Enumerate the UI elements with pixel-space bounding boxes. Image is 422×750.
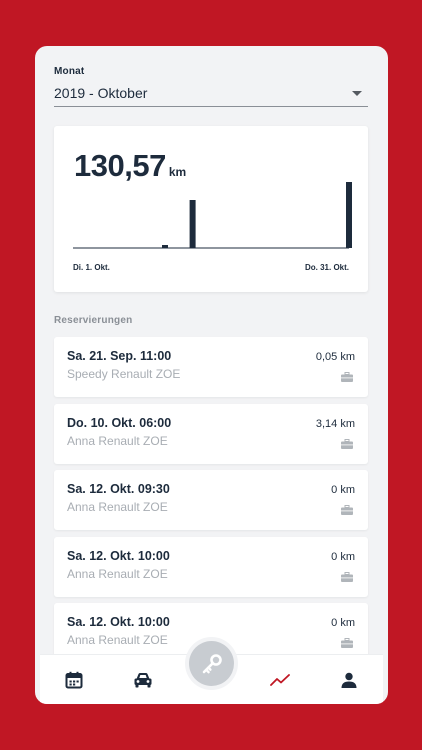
reservation-vehicle: Anna Renault ZOE	[67, 566, 168, 581]
briefcase-icon	[341, 635, 353, 653]
briefcase-icon	[341, 502, 353, 520]
reservation-distance: 0 km	[331, 617, 355, 629]
x-axis-end-label: Do. 31. Okt.	[304, 263, 349, 272]
x-axis-start-label: Di. 1. Okt.	[73, 263, 110, 272]
mileage-chart-card: 130,57 km Di. 1. Okt. Do. 31. Okt.	[54, 126, 368, 292]
month-section: Monat 2019 - Oktober	[54, 66, 368, 107]
reservations-list: Sa. 21. Sep. 11:00 Speedy Renault ZOE 0,…	[54, 337, 368, 670]
reservation-item[interactable]: Sa. 12. Okt. 10:00 Anna Renault ZOE 0 km	[54, 536, 368, 597]
reservation-date: Do. 10. Okt. 06:00	[67, 415, 172, 430]
reservation-item[interactable]: Do. 10. Okt. 06:00 Anna Renault ZOE 3,14…	[54, 403, 368, 464]
reservation-date: Sa. 12. Okt. 09:30	[67, 482, 170, 496]
nav-profile[interactable]	[324, 660, 374, 700]
key-icon	[202, 653, 222, 673]
person-icon	[341, 672, 357, 688]
reservation-distance: 0,05 km	[315, 351, 355, 363]
reservation-vehicle: Anna Renault ZOE	[67, 500, 168, 514]
month-value: 2019 - Oktober	[54, 85, 148, 101]
reservations-title: Reservierungen	[54, 315, 133, 326]
briefcase-icon	[341, 369, 353, 387]
reservation-date: Sa. 21. Sep. 11:00	[67, 349, 172, 363]
reservation-item[interactable]: Sa. 21. Sep. 11:00 Speedy Renault ZOE 0,…	[54, 337, 368, 397]
reservation-vehicle: Anna Renault ZOE	[67, 633, 168, 647]
reservation-distance: 0 km	[331, 484, 355, 496]
chevron-down-icon	[352, 90, 362, 96]
chart-line-icon	[270, 673, 290, 686]
reservation-distance: 3,14 km	[315, 417, 355, 430]
chart-bar	[346, 182, 352, 248]
nav-calendar[interactable]	[49, 660, 99, 700]
chart-bar	[189, 200, 196, 248]
briefcase-icon	[341, 436, 353, 454]
reservation-distance: 0 km	[331, 550, 355, 563]
reservation-date: Sa. 12. Okt. 10:00	[67, 548, 170, 563]
app-screen: Monat 2019 - Oktober 130,57 km Di. 1. Ok…	[35, 46, 388, 704]
month-dropdown[interactable]: 2019 - Oktober	[54, 85, 368, 107]
reservation-vehicle: Anna Renault ZOE	[67, 433, 168, 448]
nav-statistics[interactable]	[255, 660, 305, 700]
briefcase-icon	[341, 569, 353, 587]
reservation-item[interactable]: Sa. 12. Okt. 09:30 Anna Renault ZOE 0 km	[54, 470, 368, 530]
calendar-icon	[65, 671, 83, 688]
reservation-vehicle: Speedy Renault ZOE	[67, 367, 181, 381]
reservation-date: Sa. 12. Okt. 10:00	[67, 615, 170, 629]
month-label: Monat	[54, 66, 85, 77]
chart-bar	[162, 245, 168, 248]
car-icon	[134, 672, 152, 687]
key-button[interactable]	[189, 641, 234, 686]
nav-vehicles[interactable]	[118, 660, 168, 700]
